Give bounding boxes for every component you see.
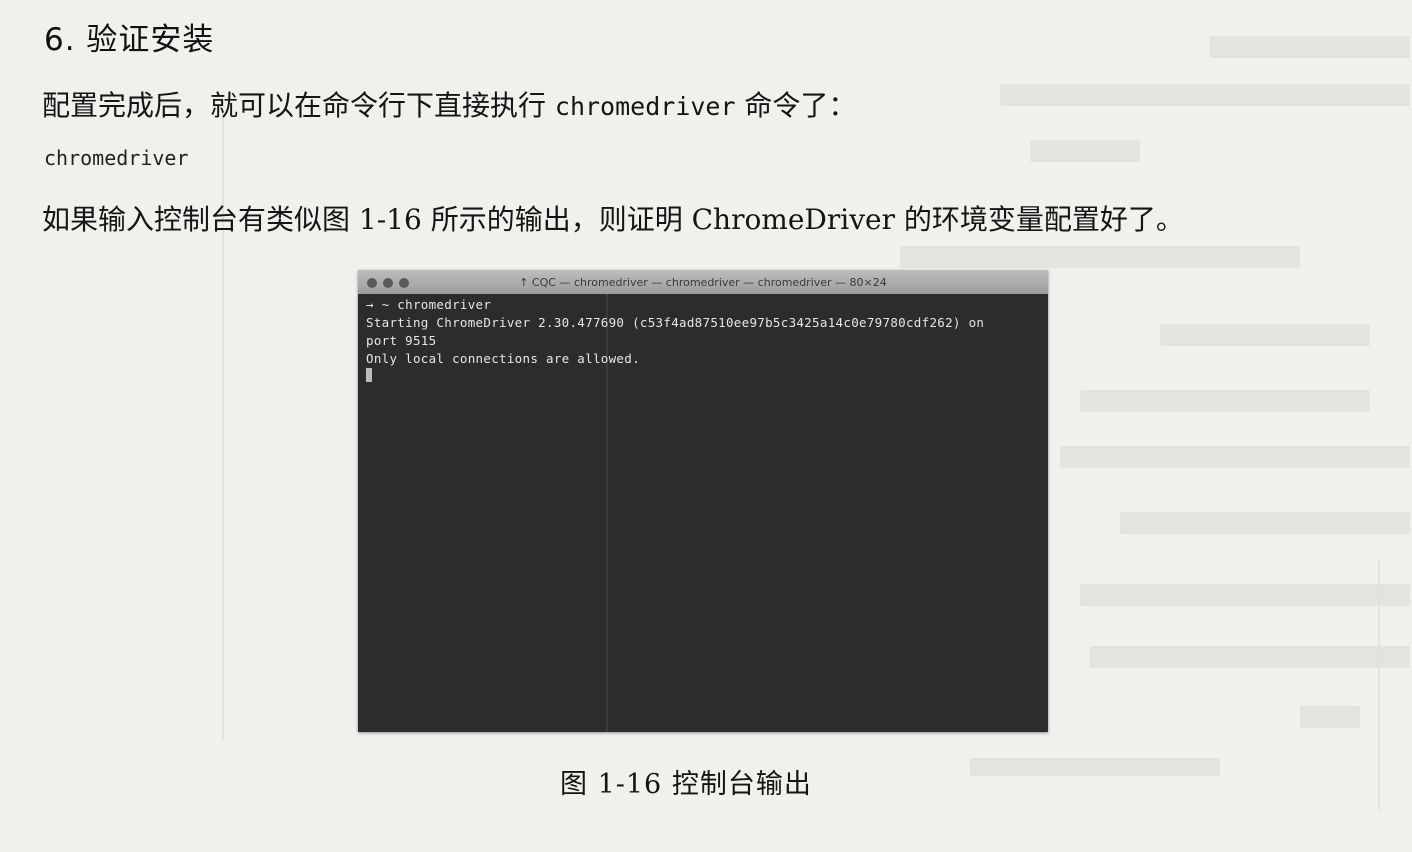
terminal-line: Only local connections are allowed. bbox=[366, 351, 640, 366]
result-paragraph: 如果输入控制台有类似图 1-16 所示的输出，则证明 ChromeDriver … bbox=[42, 203, 1184, 236]
terminal-screenshot: ↑ CQC — chromedriver — chromedriver — ch… bbox=[358, 270, 1048, 732]
terminal-titlebar: ↑ CQC — chromedriver — chromedriver — ch… bbox=[358, 270, 1048, 294]
terminal-line: Starting ChromeDriver 2.30.477690 (c53f4… bbox=[366, 315, 985, 330]
terminal-line: → ~ chromedriver bbox=[366, 297, 492, 312]
section-heading: 6. 验证安装 bbox=[44, 22, 215, 58]
instruction-paragraph: 配置完成后，就可以在命令行下直接执行 chromedriver 命令了： bbox=[42, 84, 856, 124]
terminal-cursor bbox=[366, 368, 372, 382]
code-block: chromedriver bbox=[44, 146, 189, 170]
instruction-text-end: 命令了： bbox=[735, 89, 857, 122]
terminal-line: port 9515 bbox=[366, 333, 437, 348]
instruction-text: 配置完成后，就可以在命令行下直接执行 bbox=[42, 89, 555, 122]
terminal-title: ↑ CQC — chromedriver — chromedriver — ch… bbox=[519, 276, 887, 289]
figure-caption: 图 1-16 控制台输出 bbox=[560, 769, 812, 800]
inline-command: chromedriver bbox=[554, 92, 736, 121]
